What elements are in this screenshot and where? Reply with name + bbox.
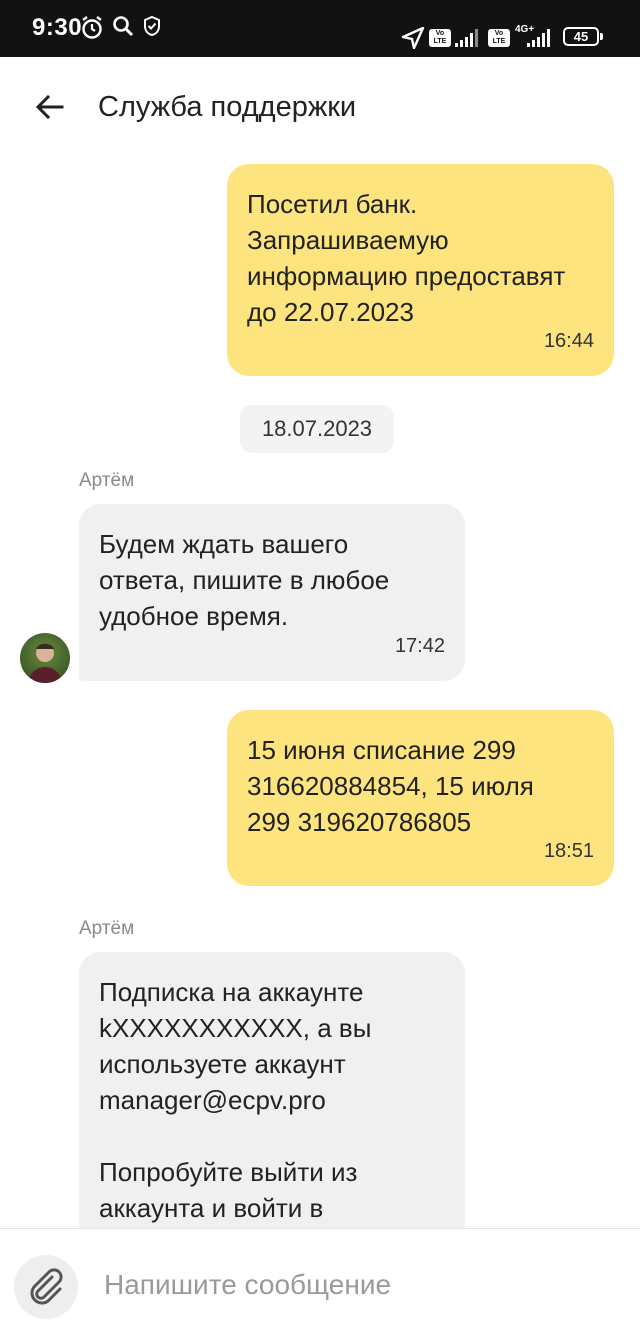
message-line: используете аккаунт xyxy=(99,1049,346,1079)
agent-avatar[interactable] xyxy=(20,633,70,683)
status-bar: 9:30 Vo LTE Vo LTE 4G+ 45 xyxy=(0,0,640,57)
message-time: 16:44 xyxy=(543,330,594,352)
message-line: 299 319620786805 xyxy=(247,807,472,837)
message-bubble-incoming[interactable]: Подписка на аккаунте kXXXXXXXXXXX, а вы … xyxy=(79,952,465,1272)
battery-level: 45 xyxy=(573,29,589,44)
message-line: Запрашиваемую xyxy=(247,225,449,255)
message-input[interactable]: Напишите сообщение xyxy=(104,1269,391,1301)
person-avatar-icon xyxy=(28,643,62,683)
message-line: до 22.07.2023 xyxy=(247,297,414,327)
page-title: Служба поддержки xyxy=(98,91,357,123)
date-separator: 18.07.2023 xyxy=(240,405,394,453)
message-line: Подписка на аккаунте xyxy=(99,977,364,1007)
chat-header: Служба поддержки xyxy=(0,57,640,157)
message-line: kXXXXXXXXXXX, а вы xyxy=(99,1013,372,1043)
message-time: 17:42 xyxy=(394,635,445,657)
message-time: 18:51 xyxy=(543,840,594,862)
shield-icon xyxy=(144,15,160,37)
volte-icon: Vo LTE xyxy=(429,29,451,47)
back-arrow-icon[interactable] xyxy=(34,91,66,123)
attach-button[interactable] xyxy=(14,1255,78,1319)
message-line: ответа, пишите в любое xyxy=(99,565,390,595)
paperclip-icon xyxy=(30,1268,63,1305)
search-icon xyxy=(113,16,134,37)
location-arrow-icon xyxy=(401,27,425,49)
message-line: 15 июня списание 299 xyxy=(247,735,516,765)
sender-name: Артём xyxy=(79,918,135,939)
message-line: аккаунта и войти в xyxy=(99,1193,324,1223)
message-bubble-outgoing[interactable]: Посетил банк. Запрашиваемую информацию п… xyxy=(227,164,614,376)
message-line: удобное время. xyxy=(99,601,289,631)
message-line: manager@ecpv.pro xyxy=(99,1085,326,1115)
battery-icon: 45 xyxy=(563,27,603,46)
alarm-icon xyxy=(82,16,102,39)
message-composer: Напишите сообщение xyxy=(0,1228,640,1344)
message-line: Будем ждать вашего xyxy=(99,529,349,559)
sender-name: Артём xyxy=(79,470,135,491)
message-line: Попробуйте выйти из xyxy=(99,1157,358,1187)
signal-icon-1 xyxy=(455,29,478,47)
status-time: 9:30 xyxy=(32,14,83,41)
signal-icon-2 xyxy=(527,29,550,47)
message-line: информацию предоставят xyxy=(247,261,566,291)
message-line: 316620884854, 15 июля xyxy=(247,771,534,801)
message-line: Посетил банк. xyxy=(247,189,418,219)
volte-icon-2: Vo LTE xyxy=(488,29,510,47)
message-bubble-outgoing[interactable]: 15 июня списание 299 316620884854, 15 ию… xyxy=(227,710,614,886)
message-bubble-incoming[interactable]: Будем ждать вашего ответа, пишите в любо… xyxy=(79,504,465,681)
